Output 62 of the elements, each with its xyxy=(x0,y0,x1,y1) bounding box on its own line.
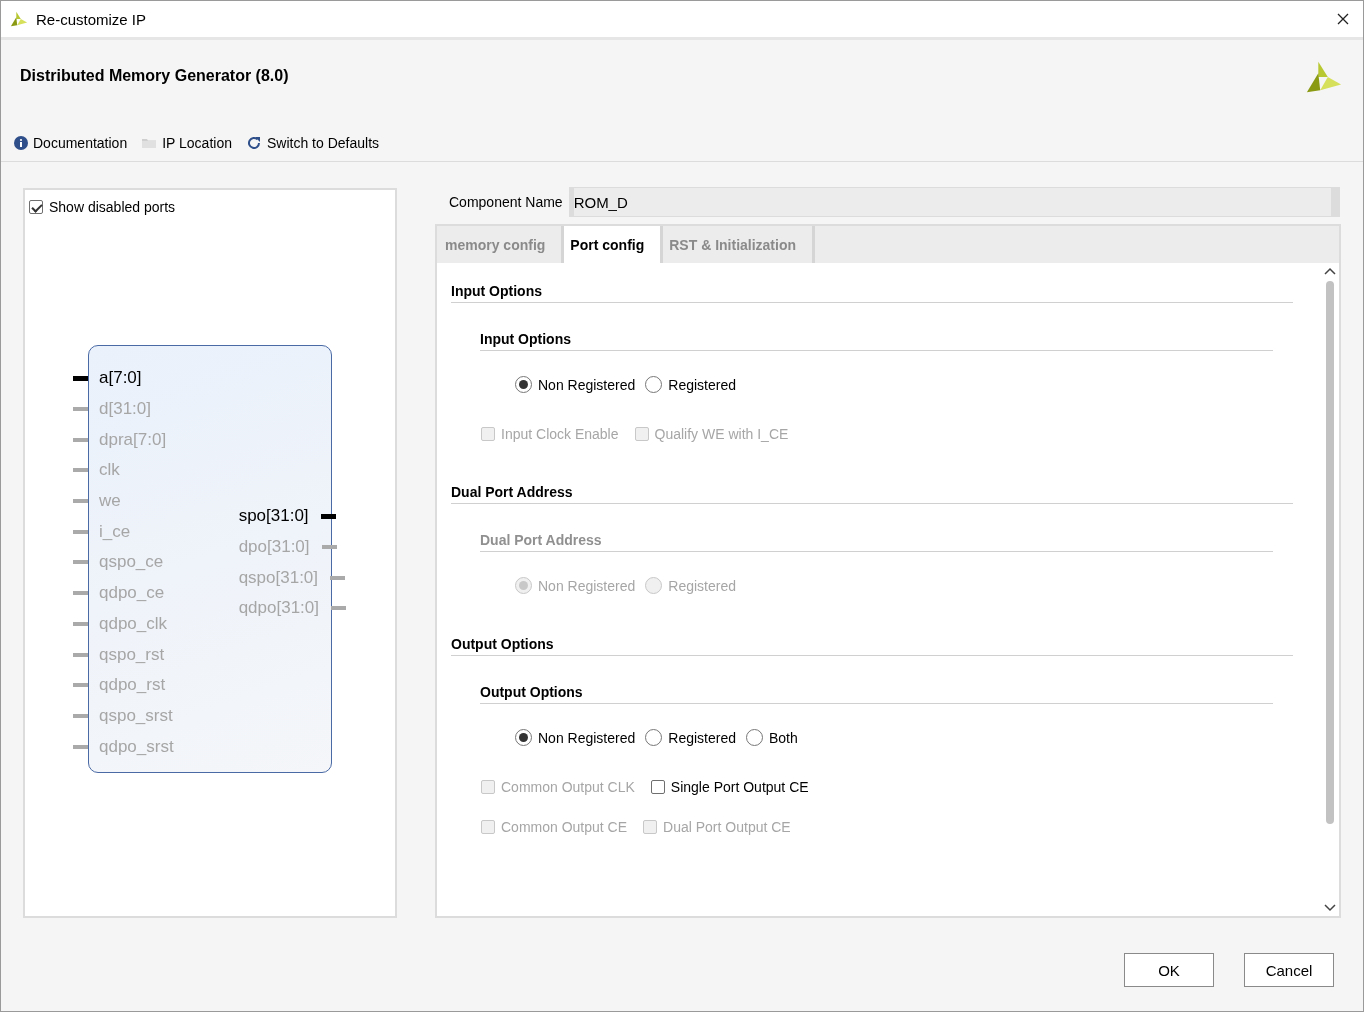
radio-button[interactable] xyxy=(515,729,532,746)
toolbar-link[interactable]: IP Location xyxy=(141,135,232,151)
app-logo-icon xyxy=(10,10,28,28)
close-icon[interactable] xyxy=(1337,13,1349,25)
radio-button[interactable] xyxy=(746,729,763,746)
section-heading: Input Options xyxy=(451,283,1293,303)
port-label: qspo_ce xyxy=(99,552,164,573)
port-label: i_ce xyxy=(99,521,131,542)
dialog-button[interactable]: Cancel xyxy=(1244,953,1334,987)
toolbar-link[interactable]: Switch to Defaults xyxy=(245,135,380,151)
port-label: qspo[31:0] xyxy=(238,567,319,588)
port-label: qdpo_ce xyxy=(99,583,165,604)
radio-label: Registered xyxy=(668,376,736,393)
scroll-thumb[interactable] xyxy=(1326,281,1334,824)
radio-button[interactable] xyxy=(645,376,663,393)
radio-button[interactable] xyxy=(645,729,663,746)
checkbox-label: Show disabled ports xyxy=(49,199,176,215)
refresh-icon xyxy=(245,135,262,151)
checkbox-label: Dual Port Output CE xyxy=(663,819,791,835)
section-heading: Dual Port Address xyxy=(451,484,1293,504)
group-heading: Output Options xyxy=(480,684,1273,704)
component-name-field[interactable]: ROM_D xyxy=(568,187,1340,217)
section-heading: Output Options xyxy=(451,636,1293,656)
group-heading: Dual Port Address xyxy=(480,532,1273,552)
port-label: qdpo[31:0] xyxy=(238,598,319,619)
folder-icon xyxy=(141,136,158,150)
port-label: qspo_srst xyxy=(99,705,173,726)
ip-title: Distributed Memory Generator (8.0) xyxy=(20,67,289,85)
radio-label: Non Registered xyxy=(538,729,636,746)
dialog-button[interactable]: OK xyxy=(1124,953,1214,987)
port-label: qspo_rst xyxy=(99,644,165,665)
radio-button[interactable] xyxy=(515,376,532,393)
port-label: clk xyxy=(99,460,120,481)
port-label: dpo[31:0] xyxy=(238,537,310,558)
port-label: qdpo_rst xyxy=(99,675,166,696)
radio-label: Non Registered xyxy=(538,376,636,393)
radio-label: Registered xyxy=(668,729,736,746)
checkbox[interactable] xyxy=(29,200,43,214)
radio-label: Registered xyxy=(668,577,736,594)
port-label: we xyxy=(99,491,121,512)
info-icon xyxy=(14,136,28,150)
checkbox-label: Qualify WE with I_CE xyxy=(654,426,789,442)
tab[interactable]: Port config xyxy=(564,226,664,263)
port-label: qdpo_srst xyxy=(99,736,174,757)
radio-label: Both xyxy=(769,729,798,746)
group-heading: Input Options xyxy=(480,331,1273,351)
port-label: a[7:0] xyxy=(99,368,142,389)
scroll-down-icon xyxy=(1324,904,1336,912)
scroll-up-icon xyxy=(1324,267,1336,275)
checkbox-label: Common Output CE xyxy=(501,819,628,835)
field-label: Component Name xyxy=(448,194,563,210)
checkbox-label: Single Port Output CE xyxy=(670,779,809,795)
port-label: qdpo_clk xyxy=(99,613,168,634)
checkbox[interactable] xyxy=(650,780,665,794)
checkbox-label: Input Clock Enable xyxy=(501,426,619,442)
window-title: Re-customize IP xyxy=(36,10,147,28)
port-label: spo[31:0] xyxy=(238,506,309,527)
checkbox-label: Common Output CLK xyxy=(501,779,635,795)
port-label: d[31:0] xyxy=(99,399,151,420)
toolbar-link[interactable]: Documentation xyxy=(14,135,128,151)
radio-label: Non Registered xyxy=(538,577,636,594)
port-label: dpra[7:0] xyxy=(99,429,167,450)
